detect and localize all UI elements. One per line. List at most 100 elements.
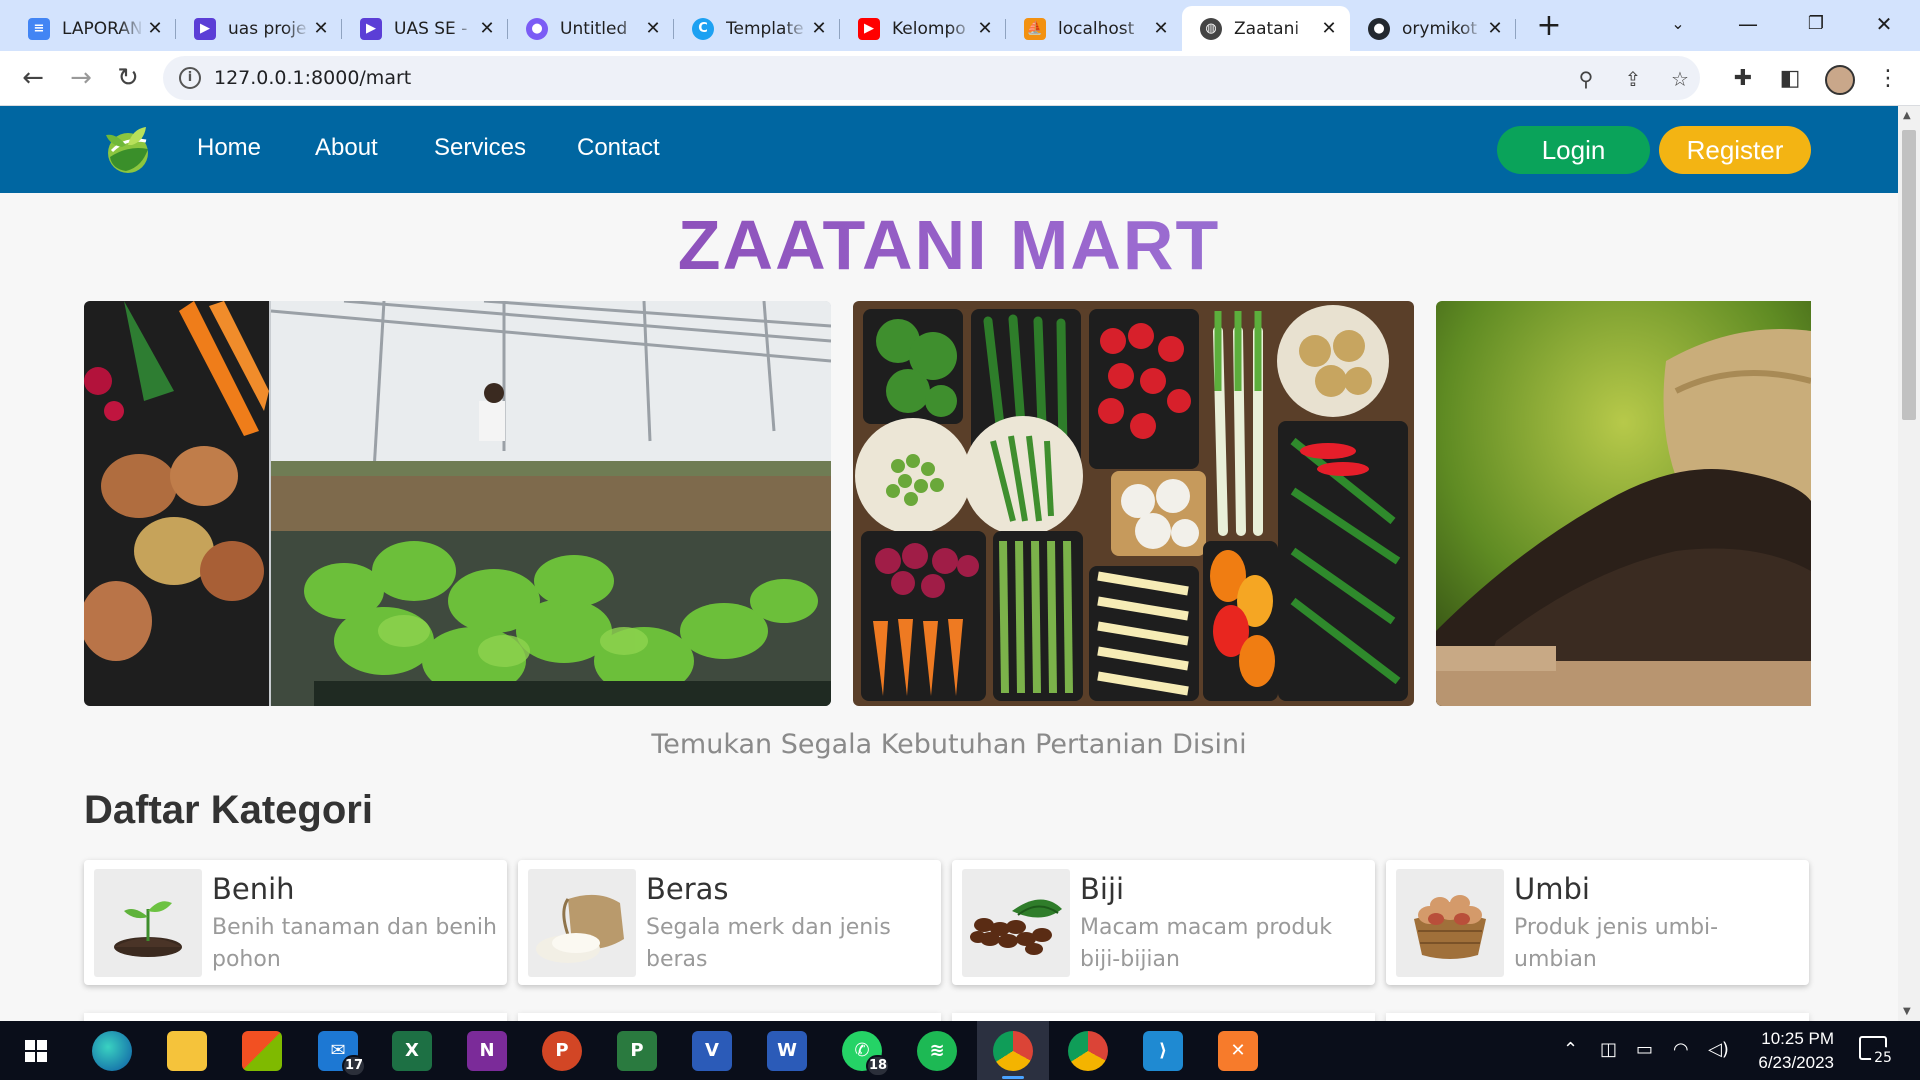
chrome-icon[interactable]	[1068, 1031, 1108, 1071]
address-bar[interactable]: i 127.0.0.1:8000/mart ⚲ ⇪ ☆	[163, 56, 1700, 100]
reload-icon[interactable]: ↻	[111, 61, 145, 95]
close-tab-icon[interactable]: ✕	[476, 18, 498, 39]
carousel-slide-soil[interactable]	[1436, 301, 1811, 706]
vscode-icon[interactable]: ⟩	[1143, 1031, 1183, 1071]
browser-tab[interactable]: ⛵ localhost ✕	[1006, 6, 1182, 51]
youtube-icon: ▶	[858, 17, 880, 40]
close-tab-icon[interactable]: ✕	[1318, 18, 1340, 39]
category-card-benih[interactable]: Benih Benih tanaman dan benih pohon	[84, 860, 507, 985]
system-clock[interactable]: 10:25 PM 6/23/2023	[1744, 1027, 1834, 1075]
canva-icon: C	[692, 17, 714, 40]
mail-icon[interactable]: ✉ 17	[318, 1031, 366, 1077]
word-icon[interactable]: W	[767, 1031, 807, 1071]
close-tab-icon[interactable]: ✕	[974, 18, 996, 39]
close-tab-icon[interactable]: ✕	[144, 18, 166, 39]
close-window-button[interactable]: ✕	[1854, 6, 1914, 42]
hero-title: ZAATANI MART	[0, 205, 1898, 285]
nav-link-home[interactable]: Home	[197, 134, 261, 162]
browser-tab-active[interactable]: ◍ Zaatani ✕	[1182, 6, 1350, 51]
notification-center-icon[interactable]: 25	[1859, 1036, 1895, 1069]
profile-avatar-icon[interactable]	[1825, 65, 1855, 95]
nav-link-services[interactable]: Services	[434, 134, 526, 162]
browser-tab[interactable]: ≡ LAPORAN ✕	[10, 6, 176, 51]
project-icon[interactable]: P	[617, 1031, 657, 1071]
category-desc: Macam macam produk biji-bijian	[1080, 915, 1333, 972]
back-icon[interactable]: ←	[16, 61, 50, 95]
volume-icon[interactable]: ◁)	[1708, 1039, 1729, 1060]
soil-sack-image	[1436, 301, 1811, 706]
visio-icon[interactable]: V	[692, 1031, 732, 1071]
tab-search-chevron-icon[interactable]: ⌄	[1648, 6, 1708, 42]
category-card-partial[interactable]	[1386, 1013, 1809, 1021]
browser-tab[interactable]: ● Untitled ✕	[508, 6, 674, 51]
zaatani-leaf-logo-icon[interactable]	[102, 123, 154, 175]
browser-tab[interactable]: ▶ UAS SE - ✕	[342, 6, 508, 51]
carousel-slide-greenhouse[interactable]	[84, 301, 831, 706]
meet-now-icon[interactable]: ◫	[1600, 1039, 1617, 1060]
site-info-icon[interactable]: i	[179, 67, 201, 89]
chrome-icon[interactable]	[993, 1031, 1033, 1071]
xampp-icon[interactable]: ✕	[1218, 1031, 1258, 1071]
browser-tab[interactable]: ▶ uas proje ✕	[176, 6, 342, 51]
category-card-umbi[interactable]: Umbi Produk jenis umbi-umbian	[1386, 860, 1809, 985]
extensions-puzzle-icon[interactable]: ✚	[1729, 65, 1757, 93]
minimize-button[interactable]: —	[1718, 6, 1778, 42]
wifi-icon[interactable]: ◠	[1673, 1039, 1689, 1060]
tray-chevron-icon[interactable]: ⌃	[1563, 1039, 1578, 1060]
category-card-biji[interactable]: Biji Macam macam produk biji-bijian	[952, 860, 1375, 985]
app-icon: ●	[526, 17, 548, 40]
zoom-icon[interactable]: ⚲	[1574, 67, 1598, 91]
carousel-slide-vegetables[interactable]	[853, 301, 1414, 706]
close-tab-icon[interactable]: ✕	[1150, 18, 1172, 39]
url-text[interactable]: 127.0.0.1:8000/mart	[214, 67, 411, 89]
category-desc: Segala merk dan jenis beras	[646, 915, 891, 972]
docs-icon: ≡	[28, 17, 50, 40]
edge-icon[interactable]	[92, 1031, 132, 1071]
close-tab-icon[interactable]: ✕	[642, 18, 664, 39]
category-card-partial[interactable]	[84, 1013, 507, 1021]
category-name: Beras	[646, 872, 729, 906]
new-tab-button[interactable]: +	[1531, 10, 1567, 46]
close-tab-icon[interactable]: ✕	[1484, 18, 1506, 39]
browser-tab[interactable]: C Template ✕	[674, 6, 840, 51]
excel-icon[interactable]: X	[392, 1031, 432, 1071]
category-card-beras[interactable]: Beras Segala merk dan jenis beras	[518, 860, 941, 985]
onenote-icon[interactable]: N	[467, 1031, 507, 1071]
category-card-partial[interactable]	[952, 1013, 1375, 1021]
nav-link-about[interactable]: About	[315, 134, 378, 162]
share-icon[interactable]: ⇪	[1621, 67, 1645, 91]
close-tab-icon[interactable]: ✕	[310, 18, 332, 39]
page-content: ZAATANI MART Temukan Segala Kebutuhan Pe…	[0, 193, 1898, 1021]
whatsapp-icon[interactable]: ✆ 18	[842, 1031, 890, 1077]
category-card-partial[interactable]	[518, 1013, 941, 1021]
menu-kebab-icon[interactable]: ⋮	[1874, 65, 1902, 93]
scroll-down-arrow-icon[interactable]: ▼	[1903, 1006, 1911, 1017]
nav-link-contact[interactable]: Contact	[577, 134, 660, 162]
browser-tab[interactable]: ▶ Kelompo ✕	[840, 6, 1006, 51]
categories-title: Daftar Kategori	[84, 788, 373, 832]
folder-icon[interactable]	[167, 1031, 207, 1071]
page-scrollbar[interactable]: ▲ ▼	[1898, 106, 1920, 1021]
coffee-beans-icon	[962, 869, 1070, 977]
spotify-icon[interactable]: ≋	[917, 1031, 957, 1071]
register-button[interactable]: Register	[1659, 126, 1811, 174]
login-button[interactable]: Login	[1497, 126, 1650, 174]
category-name: Benih	[212, 872, 295, 906]
battery-icon[interactable]: ▭	[1636, 1039, 1653, 1060]
vegetables-image	[853, 301, 1414, 706]
store-icon[interactable]	[242, 1031, 282, 1071]
bookmark-star-icon[interactable]: ☆	[1668, 67, 1692, 91]
side-panel-icon[interactable]: ◧	[1776, 65, 1804, 93]
whatsapp-badge: 18	[866, 1055, 890, 1077]
scrollbar-thumb[interactable]	[1902, 130, 1916, 420]
rice-sack-icon	[528, 869, 636, 977]
browser-tab-strip: ≡ LAPORAN ✕ ▶ uas proje ✕ ▶ UAS SE - ✕ ●…	[0, 0, 1920, 51]
scroll-up-arrow-icon[interactable]: ▲	[1903, 110, 1911, 121]
browser-tab[interactable]: ● orymikot ✕	[1350, 6, 1516, 51]
powerpoint-icon[interactable]: P	[542, 1031, 582, 1071]
clock-date: 6/23/2023	[1758, 1053, 1834, 1072]
forward-icon[interactable]: →	[64, 61, 98, 95]
close-tab-icon[interactable]: ✕	[808, 18, 830, 39]
windows-start-icon[interactable]	[16, 1031, 56, 1071]
restore-button[interactable]: ❐	[1786, 6, 1846, 42]
